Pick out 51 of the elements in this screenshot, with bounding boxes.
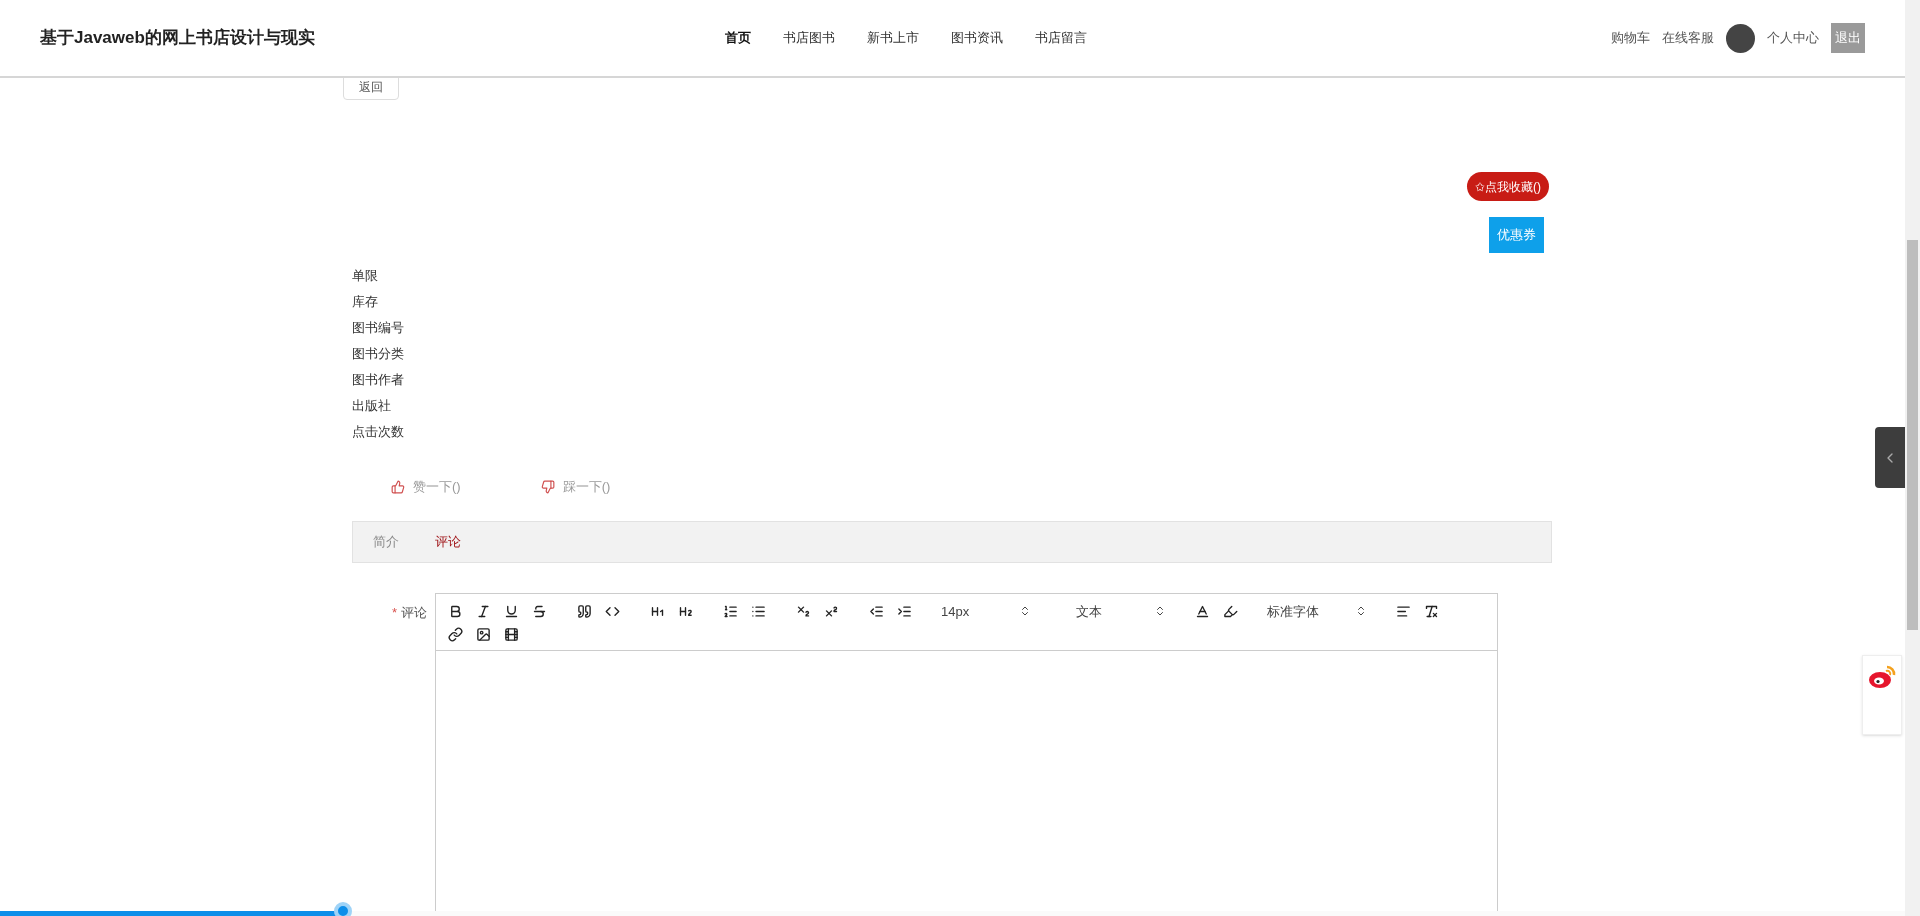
detail-label: 单限 — [352, 267, 379, 285]
header-link[interactable]: 个人中心 — [1767, 28, 1819, 48]
tab[interactable]: 评论 — [435, 531, 461, 552]
superscript-icon[interactable] — [824, 603, 839, 619]
progress-thumb[interactable] — [333, 902, 352, 916]
detail-label: 库存 — [352, 293, 379, 311]
updown-icon — [1355, 605, 1367, 618]
weibo-icon — [1867, 664, 1897, 690]
nav-link[interactable]: 新书上市 — [867, 28, 919, 48]
bold-icon[interactable] — [448, 603, 463, 619]
detail-label: 图书分类 — [352, 345, 405, 363]
header-link[interactable]: 在线客服 — [1662, 28, 1714, 48]
favorite-button[interactable]: ✩点我收藏() — [1467, 172, 1549, 201]
clear-format-icon[interactable] — [1424, 603, 1439, 619]
detail-label: 图书编号 — [352, 319, 405, 337]
toolbar-select[interactable]: 14px — [941, 601, 1031, 621]
ordered-list-icon[interactable] — [723, 603, 738, 619]
toolbar-select[interactable]: 标准字体 — [1267, 601, 1367, 621]
highlight-icon[interactable] — [1223, 603, 1238, 619]
video-icon[interactable] — [504, 627, 519, 642]
site-title: 基于Javaweb的网上书店设计与现实 — [40, 27, 316, 50]
toolbar-select[interactable]: 文本 — [1076, 601, 1166, 621]
comment-label: 评论 — [401, 603, 427, 622]
scrollbar-thumb[interactable] — [1907, 240, 1918, 630]
detail-label: 图书作者 — [352, 371, 405, 389]
avatar[interactable] — [1726, 23, 1755, 53]
italic-icon[interactable] — [476, 603, 491, 619]
align-icon[interactable] — [1396, 603, 1411, 619]
bullet-list-icon[interactable] — [751, 603, 766, 619]
nav-link[interactable]: 书店留言 — [1035, 28, 1087, 48]
thumbs-down-icon — [540, 479, 555, 494]
subscript-icon[interactable] — [796, 603, 811, 619]
outdent-icon[interactable] — [869, 603, 884, 619]
header-link[interactable]: 购物车 — [1611, 28, 1650, 48]
quote-icon[interactable] — [577, 603, 592, 619]
nav-link[interactable]: 图书资讯 — [951, 28, 1003, 48]
nav-link[interactable]: 首页 — [725, 28, 751, 48]
updown-icon — [1154, 605, 1166, 618]
nav-link[interactable]: 书店图书 — [783, 28, 835, 48]
weibo-share-widget[interactable] — [1862, 655, 1902, 735]
underline-icon[interactable] — [504, 603, 519, 619]
text-color-icon[interactable] — [1195, 603, 1210, 619]
strikethrough-icon[interactable] — [532, 603, 547, 619]
indent-icon[interactable] — [897, 603, 912, 619]
detail-label: 点击次数 — [352, 423, 405, 441]
link-icon[interactable] — [448, 627, 463, 642]
updown-icon — [1019, 605, 1031, 618]
image-icon[interactable] — [476, 627, 491, 642]
detail-label: 出版社 — [352, 397, 392, 415]
required-mark: * — [391, 603, 397, 622]
thumbs-up-icon — [391, 479, 405, 494]
